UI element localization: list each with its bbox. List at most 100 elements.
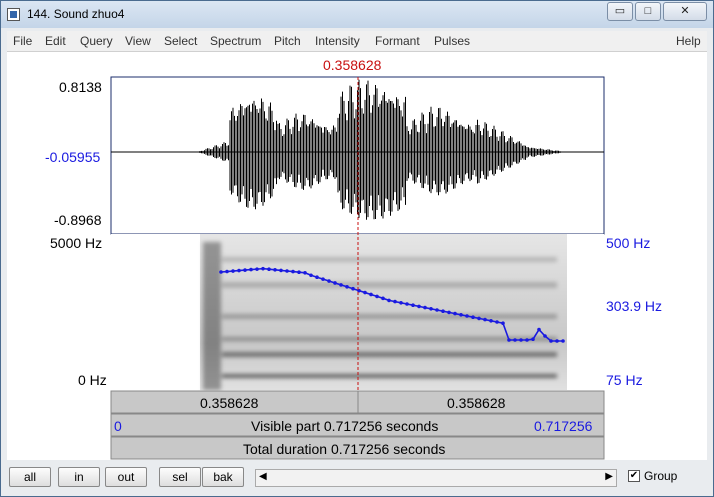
pitch-point	[249, 267, 253, 272]
cursor-time-label: 0.358628	[323, 57, 382, 73]
pitch-point	[393, 299, 397, 304]
spectrogram-band-2	[222, 337, 557, 341]
pitch-point	[321, 277, 325, 281]
minimize-button[interactable]: ▭	[607, 2, 633, 21]
pitch-point	[297, 270, 301, 274]
pitch-point	[291, 269, 295, 274]
visible-end-label: 0.717256	[534, 418, 593, 434]
pitch-point	[363, 290, 367, 295]
pitch-point	[513, 338, 517, 342]
pitch-point	[459, 313, 463, 317]
waveform-ymid-label: -0.05955	[45, 149, 101, 165]
bottom-toolbar: all in out sel bak ◀ ▶	[7, 461, 707, 495]
pitch-point	[327, 279, 331, 283]
pitch-point	[489, 319, 493, 323]
total-duration-label[interactable]: Total duration 0.717256 seconds	[243, 441, 445, 457]
pitch-point	[219, 270, 223, 274]
pitch-point	[417, 304, 421, 309]
praat-sound-window: 144. Sound zhuo4 ▭ □ ✕ File Edit Query V…	[0, 0, 714, 497]
pitch-point	[447, 310, 451, 315]
pitch-point	[243, 268, 247, 272]
signal-canvas[interactable]	[7, 52, 707, 460]
pitch-point	[303, 271, 307, 275]
pitch-point	[465, 314, 469, 318]
pitch-point	[255, 267, 259, 271]
pitch-point	[441, 309, 445, 314]
spectrogram-band-0	[222, 374, 557, 378]
pitch-point	[549, 339, 553, 343]
menu-pulses[interactable]: Pulses	[434, 34, 470, 48]
menu-query[interactable]: Query	[80, 34, 113, 48]
title-bar: 144. Sound zhuo4 ▭ □ ✕	[1, 1, 713, 28]
group-label: Group	[644, 469, 678, 483]
pitch-point	[537, 327, 541, 332]
pitch-point	[375, 294, 379, 299]
pitch-point	[519, 338, 523, 342]
pitch-point	[495, 320, 499, 324]
pitch-point	[381, 296, 385, 301]
pitch-point	[477, 316, 481, 321]
pitch-point	[399, 301, 403, 305]
zoom-sel-button[interactable]: sel	[159, 467, 201, 487]
pitch-point	[237, 268, 241, 273]
pitch-point	[423, 305, 427, 310]
pitch-point	[525, 338, 529, 342]
zoom-in-button[interactable]: in	[58, 467, 100, 487]
zoom-all-button[interactable]: all	[9, 467, 51, 487]
menu-view[interactable]: View	[125, 34, 151, 48]
spectrogram-band-1	[222, 352, 557, 357]
pitch-point	[453, 311, 457, 316]
maximize-button[interactable]: □	[635, 2, 661, 21]
segment-left-label[interactable]: 0.358628	[200, 395, 258, 411]
pitch-mid-label: 303.9 Hz	[606, 298, 663, 314]
menu-help[interactable]: Help	[676, 34, 701, 48]
zoom-out-button[interactable]: out	[105, 467, 147, 487]
spectrogram-band-5	[222, 257, 557, 262]
menu-pitch[interactable]: Pitch	[274, 34, 301, 48]
editor-area: 0.358628 0.8138 -0.05955 -0.8968 5000 Hz…	[7, 52, 707, 460]
pitch-point	[543, 334, 547, 338]
scroll-left-icon[interactable]: ◀	[259, 471, 267, 482]
pitch-point	[369, 292, 373, 297]
visible-start-label: 0	[114, 418, 122, 434]
pitch-point	[429, 307, 433, 311]
pitch-point	[387, 298, 391, 303]
pitch-point	[531, 337, 535, 342]
menu-edit[interactable]: Edit	[45, 34, 66, 48]
spectrogram-band-3	[222, 314, 557, 319]
pitch-point	[411, 303, 415, 307]
window-title: 144. Sound zhuo4	[27, 7, 125, 21]
pitch-point	[333, 281, 337, 285]
spectrogram-onset	[203, 242, 221, 390]
pitch-point	[339, 283, 343, 287]
spectrogram-band-4	[222, 282, 557, 288]
zoom-back-button[interactable]: bak	[202, 467, 244, 487]
menu-bar: File Edit Query View Select Spectrum Pit…	[7, 31, 707, 52]
menu-spectrum[interactable]: Spectrum	[210, 34, 261, 48]
horizontal-scrollbar[interactable]: ◀ ▶	[255, 469, 617, 487]
pitch-point	[483, 317, 487, 322]
pitch-point	[471, 315, 475, 320]
menu-intensity[interactable]: Intensity	[315, 34, 360, 48]
pitch-point	[225, 269, 229, 274]
menu-select[interactable]: Select	[164, 34, 197, 48]
pitch-point	[315, 275, 319, 279]
pitch-point	[309, 273, 313, 278]
spectrogram-fmax-label: 5000 Hz	[50, 235, 103, 251]
pitch-point	[351, 286, 355, 291]
pitch-point	[267, 267, 271, 271]
menu-formant[interactable]: Formant	[375, 34, 420, 48]
app-icon	[7, 8, 20, 21]
menu-file[interactable]: File	[13, 34, 32, 48]
close-button[interactable]: ✕	[663, 2, 707, 21]
pitch-point	[273, 268, 277, 272]
scroll-right-icon[interactable]: ▶	[605, 471, 613, 482]
group-checkbox[interactable]: ✔	[628, 470, 640, 482]
waveform-ymax-label: 0.8138	[59, 79, 102, 95]
close-icon: ✕	[680, 5, 690, 17]
spectrogram-fmin-label: 0 Hz	[78, 372, 107, 388]
visible-part-label[interactable]: Visible part 0.717256 seconds	[251, 418, 438, 434]
pitch-min-label: 75 Hz	[606, 372, 643, 388]
segment-right-label[interactable]: 0.358628	[447, 395, 505, 411]
pitch-point	[507, 338, 511, 342]
